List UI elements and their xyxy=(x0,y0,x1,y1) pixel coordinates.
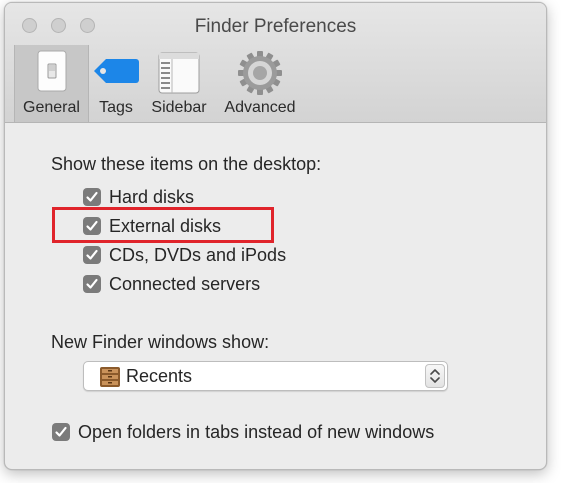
tab-sidebar-label: Sidebar xyxy=(151,99,207,116)
new-window-selected-value: Recents xyxy=(126,366,193,386)
tab-general-label: General xyxy=(23,99,80,116)
tab-tags-label: Tags xyxy=(99,99,133,116)
checkmark-icon xyxy=(86,249,98,260)
hard-disks-checkbox[interactable] xyxy=(83,188,101,206)
open-in-tabs-label: Open folders in tabs instead of new wind… xyxy=(78,422,435,442)
external-disks-highlight-box xyxy=(52,207,274,243)
cds-dvds-ipods-label: CDs, DVDs and iPods xyxy=(109,245,287,265)
tab-tags[interactable]: Tags xyxy=(90,45,142,122)
window-title: Finder Preferences xyxy=(194,16,357,37)
new-window-heading: New Finder windows show: xyxy=(51,332,270,352)
toolbar: Finder Preferences General Tags Sidebar … xyxy=(5,3,546,123)
checkmark-icon xyxy=(55,426,67,437)
popup-stepper[interactable] xyxy=(425,364,445,388)
light-switch-icon xyxy=(32,49,72,98)
tab-advanced[interactable]: Advanced xyxy=(218,45,302,122)
desktop-items-heading: Show these items on the desktop: xyxy=(51,154,322,174)
sidebar-icon xyxy=(157,51,201,100)
connected-servers-label: Connected servers xyxy=(109,274,261,294)
tab-general[interactable]: General xyxy=(14,45,89,122)
new-window-popup[interactable]: Recents xyxy=(83,361,448,391)
connected-servers-checkbox[interactable] xyxy=(83,275,101,293)
cds-dvds-ipods-checkbox[interactable] xyxy=(83,246,101,264)
up-down-chevron-icon xyxy=(430,369,440,383)
tag-icon xyxy=(92,57,140,90)
checkmark-icon xyxy=(86,278,98,289)
recents-drawer-icon xyxy=(99,366,121,393)
hard-disks-label: Hard disks xyxy=(109,187,195,207)
gear-icon xyxy=(236,49,284,102)
checkmark-icon xyxy=(86,191,98,202)
tab-sidebar[interactable]: Sidebar xyxy=(145,45,213,122)
tab-advanced-label: Advanced xyxy=(224,99,296,116)
open-in-tabs-checkbox[interactable] xyxy=(52,423,70,441)
